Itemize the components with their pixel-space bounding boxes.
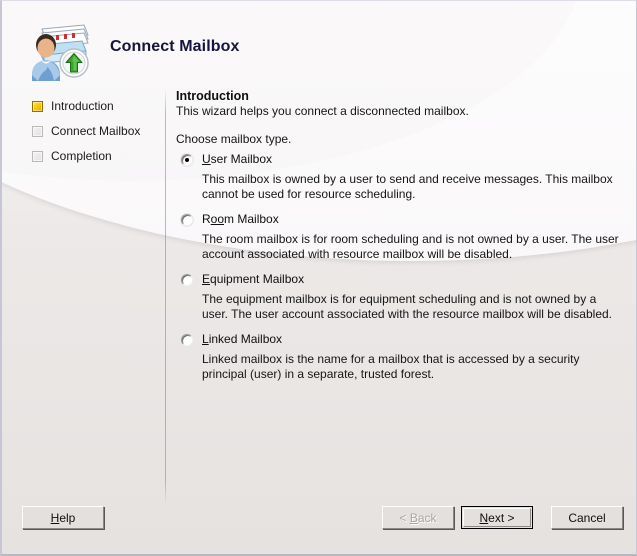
- back-button-label: < Back: [399, 510, 437, 525]
- choose-mailbox-type-label: Choose mailbox type.: [176, 132, 292, 146]
- cancel-button-label: Cancel: [568, 510, 606, 525]
- step-status-box: [32, 125, 43, 137]
- connect-mailbox-wizard-window: Connect Mailbox Introduction Connect Mai…: [0, 0, 637, 556]
- option-description-linked-mailbox: Linked mailbox is the name for a mailbox…: [202, 352, 580, 381]
- radio-row-room-mailbox[interactable]: Room Mailbox: [176, 212, 620, 229]
- option-description-room-mailbox: The room mailbox is for room scheduling …: [202, 232, 619, 261]
- wizard-header: Connect Mailbox: [2, 1, 636, 87]
- page-title: Connect Mailbox: [110, 38, 240, 55]
- option-room-mailbox: Room Mailbox The room mailbox is for roo…: [176, 212, 620, 262]
- radio-equipment-mailbox[interactable]: [181, 274, 193, 286]
- step-status-box-active: [32, 100, 43, 112]
- wizard-footer: Help < Back Next > Cancel: [2, 494, 636, 554]
- option-linked-mailbox: Linked Mailbox Linked mailbox is the nam…: [176, 332, 620, 382]
- connect-mailbox-icon: [22, 19, 94, 81]
- radio-label-equipment-mailbox: Equipment Mailbox: [202, 272, 305, 286]
- content-intro-text: This wizard helps you connect a disconne…: [176, 104, 469, 118]
- wizard-content-panel: Introduction This wizard helps you conne…: [176, 89, 620, 492]
- content-heading: Introduction: [176, 89, 249, 103]
- radio-label-room-mailbox: Room Mailbox: [202, 212, 279, 226]
- option-user-mailbox: User Mailbox This mailbox is owned by a …: [176, 152, 620, 202]
- back-button: < Back: [382, 506, 454, 529]
- sidebar-item-label: Introduction: [51, 99, 114, 113]
- sidebar-item-completion[interactable]: Completion: [32, 148, 112, 164]
- radio-room-mailbox[interactable]: [181, 214, 193, 226]
- sidebar-item-label: Connect Mailbox: [51, 124, 141, 138]
- radio-user-mailbox[interactable]: [181, 154, 193, 166]
- next-button-label: Next >: [479, 510, 515, 525]
- radio-label-user-mailbox: User Mailbox: [202, 152, 273, 166]
- cancel-button[interactable]: Cancel: [551, 506, 623, 529]
- step-status-box: [32, 150, 43, 162]
- option-equipment-mailbox: Equipment Mailbox The equipment mailbox …: [176, 272, 620, 322]
- radio-linked-mailbox[interactable]: [181, 334, 193, 346]
- sidebar-item-label: Completion: [51, 149, 112, 163]
- help-button[interactable]: Help: [22, 506, 104, 529]
- sidebar-item-connect-mailbox[interactable]: Connect Mailbox: [32, 123, 140, 139]
- option-description-user-mailbox: This mailbox is owned by a user to send …: [202, 172, 613, 201]
- sidebar-item-introduction[interactable]: Introduction: [32, 98, 114, 114]
- next-button[interactable]: Next >: [461, 506, 533, 529]
- radio-row-user-mailbox[interactable]: User Mailbox: [176, 152, 620, 169]
- radio-row-linked-mailbox[interactable]: Linked Mailbox: [176, 332, 620, 349]
- option-description-equipment-mailbox: The equipment mailbox is for equipment s…: [202, 292, 612, 321]
- radio-row-equipment-mailbox[interactable]: Equipment Mailbox: [176, 272, 620, 289]
- help-button-label: Help: [50, 510, 76, 525]
- panel-divider: [165, 89, 166, 504]
- radio-label-linked-mailbox: Linked Mailbox: [202, 332, 283, 346]
- wizard-steps-panel: Introduction Connect Mailbox Completion: [2, 89, 165, 492]
